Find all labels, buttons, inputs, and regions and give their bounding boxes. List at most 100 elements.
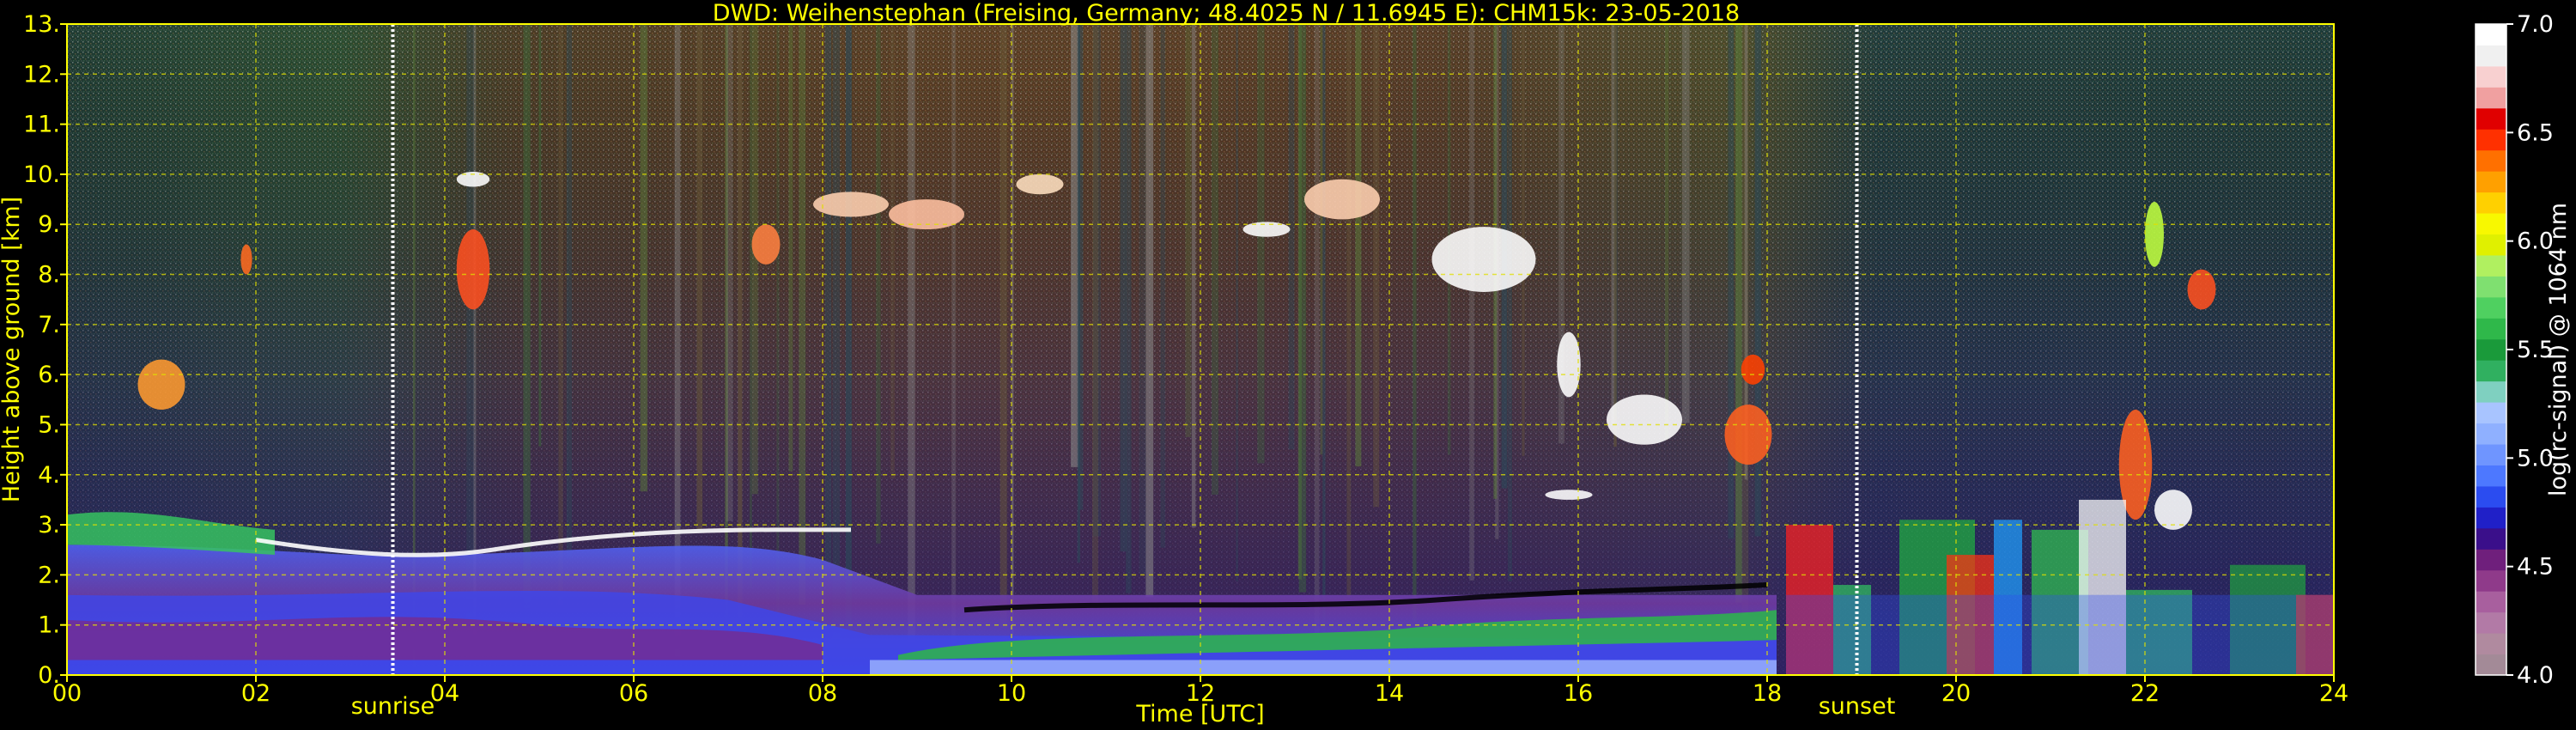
noise-streak xyxy=(1469,24,1474,581)
y-axis-label: Height above ground [km] xyxy=(0,197,25,502)
noise-streak xyxy=(466,24,475,623)
cloud-patch xyxy=(1242,222,1291,237)
noise-streak xyxy=(1507,24,1513,581)
colorbar-segment xyxy=(2476,402,2506,424)
noise-streak xyxy=(832,24,841,658)
x-axis-label: Time [UTC] xyxy=(1135,701,1264,727)
cloud-patch xyxy=(813,192,889,217)
colorbar-segment xyxy=(2476,611,2506,634)
cloud-patch xyxy=(751,224,781,265)
colorbar-segment xyxy=(2476,485,2506,508)
noise-streak xyxy=(1071,24,1078,467)
noise-streak xyxy=(824,24,832,571)
x-tick-label: 22 xyxy=(2130,680,2160,707)
noise-streak xyxy=(1091,24,1098,602)
colorbar-segment xyxy=(2476,527,2506,550)
colorbar-segment xyxy=(2476,107,2506,130)
cloud-patch xyxy=(2154,490,2192,530)
noise-streak xyxy=(788,24,793,471)
noise-streak xyxy=(1236,24,1238,581)
y-tick-label: 5. xyxy=(38,411,60,438)
cloud-patch xyxy=(2145,201,2164,267)
colorbar-segment xyxy=(2476,549,2506,571)
colorbar-segment xyxy=(2476,465,2506,487)
y-tick-label: 3. xyxy=(38,512,60,538)
colorbar-segment xyxy=(2476,213,2506,235)
x-tick-label: 18 xyxy=(1753,680,1782,707)
noise-streak xyxy=(1373,24,1380,508)
noise-streak xyxy=(1078,24,1084,510)
noise-streak xyxy=(999,24,1007,629)
colorbar-segment xyxy=(2476,65,2506,88)
colorbar-segment xyxy=(2476,591,2506,613)
y-tick-label: 0. xyxy=(38,662,60,689)
cloud-patch xyxy=(456,229,490,310)
colorbar-segment xyxy=(2476,234,2506,256)
noise-streak xyxy=(1320,24,1323,455)
noise-streak xyxy=(1346,24,1352,597)
noise-streak xyxy=(908,24,915,642)
cloud-patch xyxy=(1724,405,1772,465)
cloud-patch xyxy=(2187,269,2216,310)
sunset-label: sunset xyxy=(1819,693,1896,720)
colorbar-segment xyxy=(2476,24,2506,46)
y-tick-label: 13. xyxy=(23,11,60,38)
colorbar-tick-label: 6.5 xyxy=(2517,119,2554,146)
x-tick-label: 02 xyxy=(241,680,270,707)
colorbar-segment xyxy=(2476,149,2506,172)
noise-streak xyxy=(640,24,647,492)
colorbar-segment xyxy=(2476,87,2506,109)
cloud-patch xyxy=(1741,354,1765,385)
noise-streak xyxy=(726,24,733,521)
noise-streak xyxy=(1298,24,1307,593)
noise-streak xyxy=(1322,24,1326,645)
noise-streak xyxy=(1728,24,1735,539)
x-tick-label: 06 xyxy=(619,680,648,707)
noise-streak xyxy=(845,24,852,630)
noise-streak xyxy=(749,24,752,588)
surface-layer xyxy=(870,660,1777,675)
colorbar-segment xyxy=(2476,254,2506,277)
cloud-patch xyxy=(1557,332,1581,398)
noise-streak xyxy=(1191,24,1196,528)
noise-streak xyxy=(1288,24,1295,450)
colorbar-segment xyxy=(2476,380,2506,403)
colorbar-segment xyxy=(2476,423,2506,445)
colorbar-segment xyxy=(2476,654,2506,676)
colorbar-label: log(rc-signal) @ 1064 nm xyxy=(2545,203,2572,496)
colorbar-tick-label: 4.5 xyxy=(2517,554,2554,581)
noise-streak xyxy=(1160,24,1165,548)
cloud-patch xyxy=(1431,227,1536,292)
x-tick-label: 24 xyxy=(2319,680,2348,707)
x-tick-label: 10 xyxy=(997,680,1026,707)
colorbar-segment xyxy=(2476,338,2506,361)
sunrise-label: sunrise xyxy=(351,693,435,720)
noise-streak xyxy=(473,24,477,637)
noise-streak xyxy=(1413,24,1417,622)
x-tick-label: 20 xyxy=(1941,680,1971,707)
x-tick-label: 08 xyxy=(808,680,837,707)
colorbar-segment xyxy=(2476,192,2506,214)
noise-streak xyxy=(1665,24,1669,440)
noise-streak xyxy=(538,24,542,447)
noise-streak xyxy=(696,24,703,530)
y-tick-label: 8. xyxy=(38,262,60,289)
colorbar-segment xyxy=(2476,569,2506,592)
colorbar-segment xyxy=(2476,45,2506,67)
noise-streak xyxy=(1735,24,1742,603)
colorbar: 4.04.55.05.56.06.57.0 xyxy=(2475,11,2554,689)
cloud-patch xyxy=(240,244,252,275)
noise-streak xyxy=(951,24,957,661)
noise-streak xyxy=(558,24,563,605)
cloud-patch xyxy=(137,359,185,410)
y-tick-label: 12. xyxy=(23,61,60,88)
noise-streak xyxy=(1126,24,1132,593)
colorbar-segment xyxy=(2476,296,2506,319)
colorbar-segment xyxy=(2476,318,2506,340)
colorbar-segment xyxy=(2476,171,2506,193)
cloud-patch xyxy=(1607,394,1682,445)
noise-streak xyxy=(1314,24,1320,651)
y-tick-label: 7. xyxy=(38,312,60,338)
noise-streak xyxy=(523,24,531,609)
noise-streak xyxy=(1613,24,1617,447)
